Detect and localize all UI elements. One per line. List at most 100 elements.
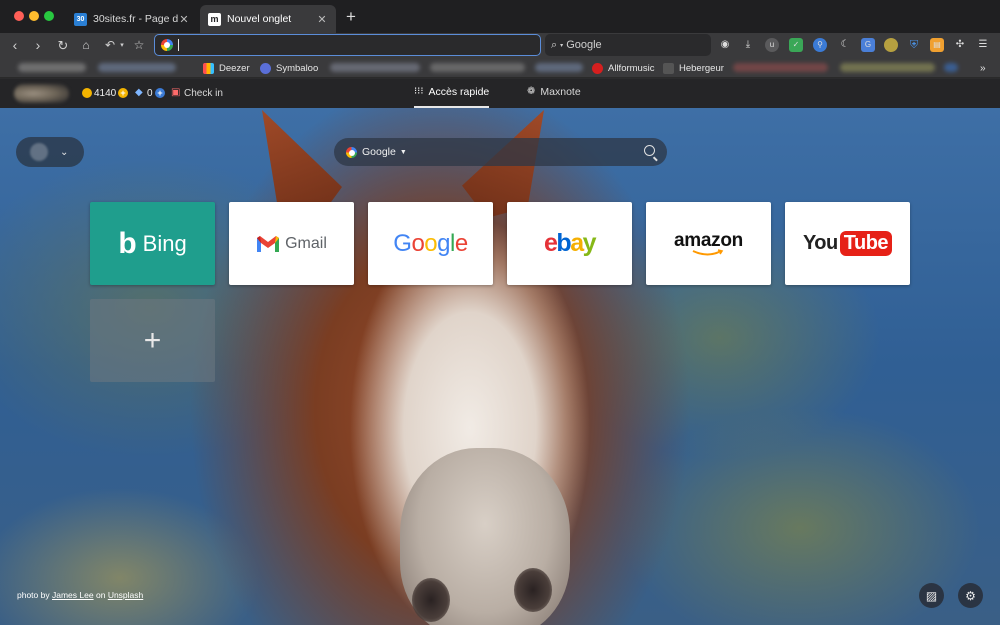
amazon-smile-icon <box>693 248 724 255</box>
close-window-button[interactable] <box>14 11 24 21</box>
blurred-bookmark[interactable] <box>330 63 420 72</box>
background-horse-nostril <box>412 578 450 622</box>
new-tab-page: ⌄ Google ▼ b Bing Gmail Google ebay amaz… <box>0 108 1000 625</box>
close-tab-icon[interactable]: ✕ <box>178 13 190 26</box>
new-tab-button[interactable]: + <box>342 8 360 26</box>
tab-30sites[interactable]: 30 30sites.fr - Page d'acc ✕ <box>66 5 198 33</box>
bitwarden-icon[interactable]: ⛨ <box>907 38 921 52</box>
bookmark-hebergeur[interactable]: Hebergeur <box>663 61 724 75</box>
menu-icon[interactable]: ☰ <box>976 38 990 52</box>
tab-title: 30sites.fr - Page d'acc <box>93 13 178 25</box>
google-icon <box>346 146 357 158</box>
reload-icon[interactable]: ↻ <box>53 36 73 55</box>
maxnote-icon: ❁ <box>527 86 536 97</box>
tab-label: Maxnote <box>540 86 581 98</box>
google-logo: Google <box>393 229 468 257</box>
bookmark-label: Allformusic <box>608 62 655 74</box>
tab-new-tab[interactable]: m Nouvel onglet ✕ <box>200 5 336 33</box>
gift-icon: ▣ <box>171 87 181 98</box>
add-gems-icon[interactable]: + <box>155 88 165 98</box>
tile-label: amazon <box>674 229 743 251</box>
bookmark-symbaloo[interactable]: Symbaloo <box>260 61 318 75</box>
profile-switcher[interactable]: ⌄ <box>16 137 84 167</box>
bing-logo-icon: b <box>118 226 137 260</box>
speed-dial-bing[interactable]: b Bing <box>90 202 215 285</box>
minimize-window-button[interactable] <box>29 11 39 21</box>
forward-icon[interactable]: › <box>28 36 48 55</box>
screenshot-icon[interactable]: ◉ <box>718 38 732 52</box>
search-engine-label[interactable]: Google <box>362 146 396 158</box>
translate-icon[interactable]: G <box>861 38 875 52</box>
address-bar[interactable] <box>154 34 541 56</box>
add-speed-dial-button[interactable]: + <box>90 299 215 382</box>
blurred-bookmark[interactable] <box>840 63 935 72</box>
extensions-puzzle-icon[interactable]: ✣ <box>953 38 967 52</box>
bookmarks-bar: Deezer Symbaloo Allformusic Hebergeur » <box>0 58 1000 78</box>
bookmarks-overflow-icon[interactable]: » <box>980 61 986 75</box>
notes-icon[interactable]: ▤ <box>930 38 944 52</box>
gem-count: 0 <box>147 88 153 99</box>
ublock-icon[interactable]: u <box>765 38 779 52</box>
search-icon: ⌕ <box>551 38 558 51</box>
extension-icon[interactable] <box>884 38 898 52</box>
search-engine-box[interactable]: ⌕ ▾ Google <box>545 34 711 56</box>
coin-count: 4140 <box>94 88 117 99</box>
home-icon[interactable]: ⌂ <box>76 36 96 55</box>
speed-dial-youtube[interactable]: You Tube <box>785 202 910 285</box>
blurred-bookmark[interactable] <box>18 63 86 72</box>
zoom-window-button[interactable] <box>44 11 54 21</box>
dark-mode-icon[interactable]: ☾ <box>838 38 852 52</box>
change-wallpaper-icon[interactable]: ▨ <box>919 583 944 608</box>
background-horse-nostril <box>514 568 552 612</box>
profile-avatar <box>30 143 48 161</box>
search-icon[interactable] <box>644 145 655 156</box>
speed-dial-header: 4140 + ◆ 0 + ▣ Check in ⁝⁝⁝ Accès rapide… <box>0 79 1000 108</box>
tab-bar: 30 30sites.fr - Page d'acc ✕ m Nouvel on… <box>0 0 1000 33</box>
close-tab-icon[interactable]: ✕ <box>316 13 328 26</box>
tile-label: Gmail <box>285 234 327 252</box>
plus-icon: + <box>143 323 162 357</box>
settings-gear-icon[interactable]: ⚙ <box>958 583 983 608</box>
speed-dial-ebay[interactable]: ebay <box>507 202 632 285</box>
grid-icon: ⁝⁝⁝ <box>414 86 424 97</box>
blurred-bookmark[interactable] <box>535 63 583 72</box>
deezer-icon <box>203 62 214 74</box>
bookmark-star-icon[interactable]: ☆ <box>129 36 149 55</box>
speed-dial-google[interactable]: Google <box>368 202 493 285</box>
photo-author-link[interactable]: James Lee <box>52 590 94 600</box>
google-icon <box>161 39 173 51</box>
amazon-logo: amazon <box>674 229 743 257</box>
blurred-bookmark[interactable] <box>98 63 176 72</box>
tab-label: Accès rapide <box>428 86 490 98</box>
30sites-favicon-icon: 30 <box>74 12 87 26</box>
blurred-bookmark[interactable] <box>733 63 828 72</box>
bookmark-allformusic[interactable]: Allformusic <box>592 61 654 75</box>
avatar[interactable] <box>14 84 69 103</box>
tab-title: Nouvel onglet <box>227 13 292 25</box>
youtube-logo: You Tube <box>803 231 893 256</box>
tile-label: Bing <box>142 230 187 256</box>
coin-icon <box>82 88 92 98</box>
speed-dial-amazon[interactable]: amazon <box>646 202 771 285</box>
tab-speed-dial[interactable]: ⁝⁝⁝ Accès rapide <box>414 86 490 108</box>
speed-dial-gmail[interactable]: Gmail <box>229 202 354 285</box>
add-coins-icon[interactable]: + <box>118 88 128 98</box>
photo-source-link[interactable]: Unsplash <box>108 590 143 600</box>
symbaloo-icon <box>260 62 271 74</box>
blurred-bookmark[interactable] <box>430 63 525 72</box>
search-dropdown-icon: ▾ <box>560 42 564 49</box>
gem-icon: ◆ <box>135 87 143 98</box>
text-caret <box>178 39 179 51</box>
download-icon[interactable]: ⤓ <box>741 38 755 52</box>
adguard-icon[interactable]: ✓ <box>789 38 803 52</box>
back-icon[interactable]: ‹ <box>5 36 25 55</box>
gmail-logo-icon <box>256 235 280 253</box>
tab-maxnote[interactable]: ❁ Maxnote <box>527 86 581 108</box>
allformusic-icon <box>592 62 603 74</box>
vpn-icon[interactable]: ⚲ <box>813 38 827 52</box>
check-in-button[interactable]: Check in <box>184 88 223 99</box>
chevron-down-icon[interactable]: ▼ <box>400 149 407 156</box>
blurred-bookmark[interactable] <box>944 63 958 72</box>
page-search-bar[interactable]: Google ▼ <box>334 138 667 166</box>
bookmark-deezer[interactable]: Deezer <box>203 61 250 75</box>
